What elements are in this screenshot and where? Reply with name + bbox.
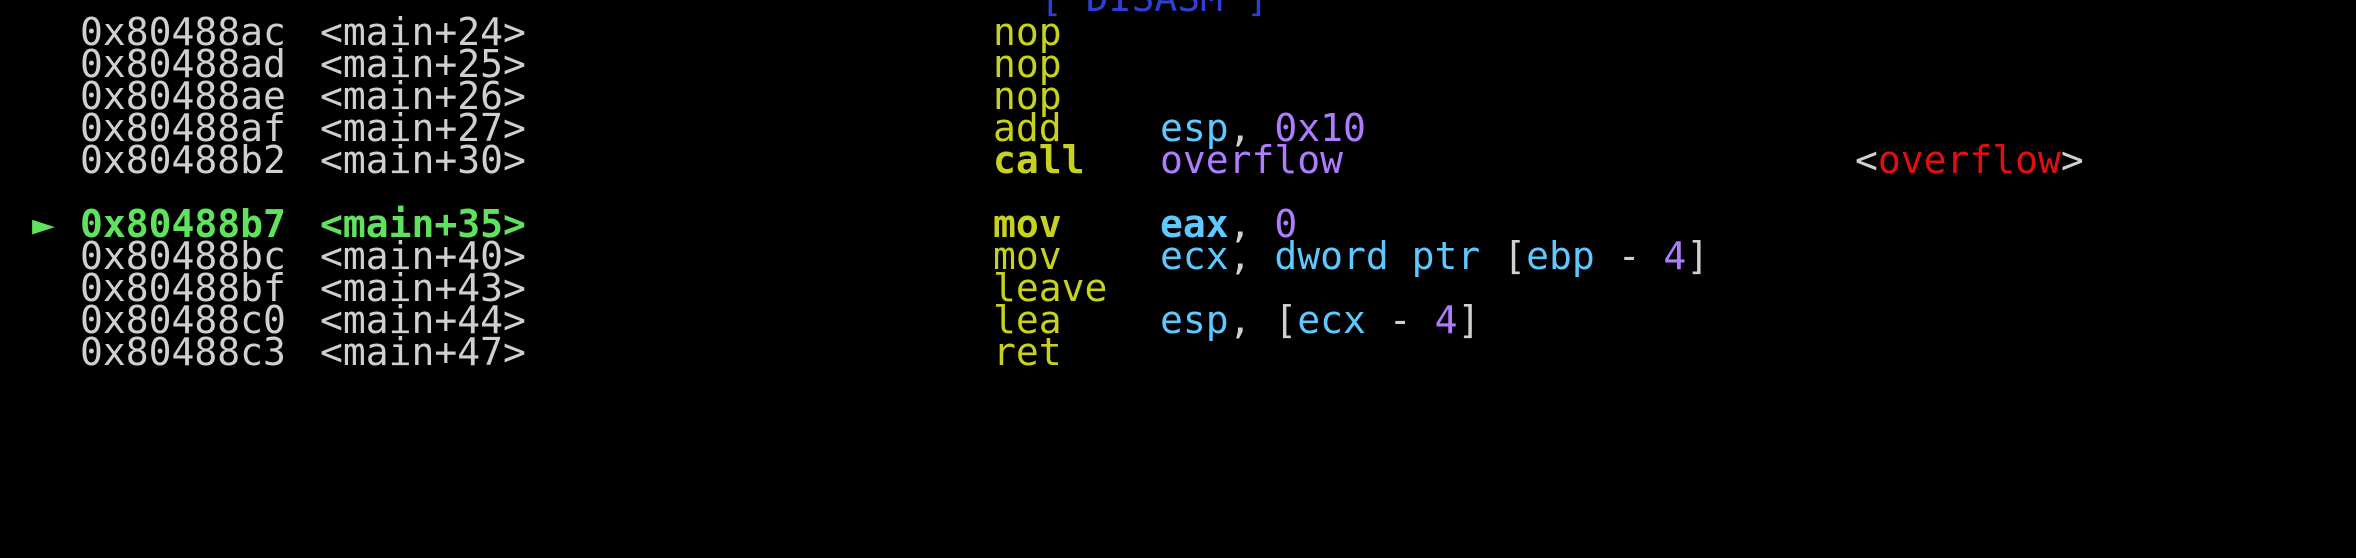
instruction-mnemonic: ret: [993, 330, 1062, 374]
instruction-symbol-offset: <main+47>: [320, 330, 526, 374]
disasm-line: 0x80488c3 <main+47> ret: [0, 328, 2356, 376]
disasm-panel: [ DISASM ] 0x80488ac<main+24>nop0x80488a…: [0, 0, 2356, 558]
instruction-address: 0x80488c3: [80, 330, 286, 374]
